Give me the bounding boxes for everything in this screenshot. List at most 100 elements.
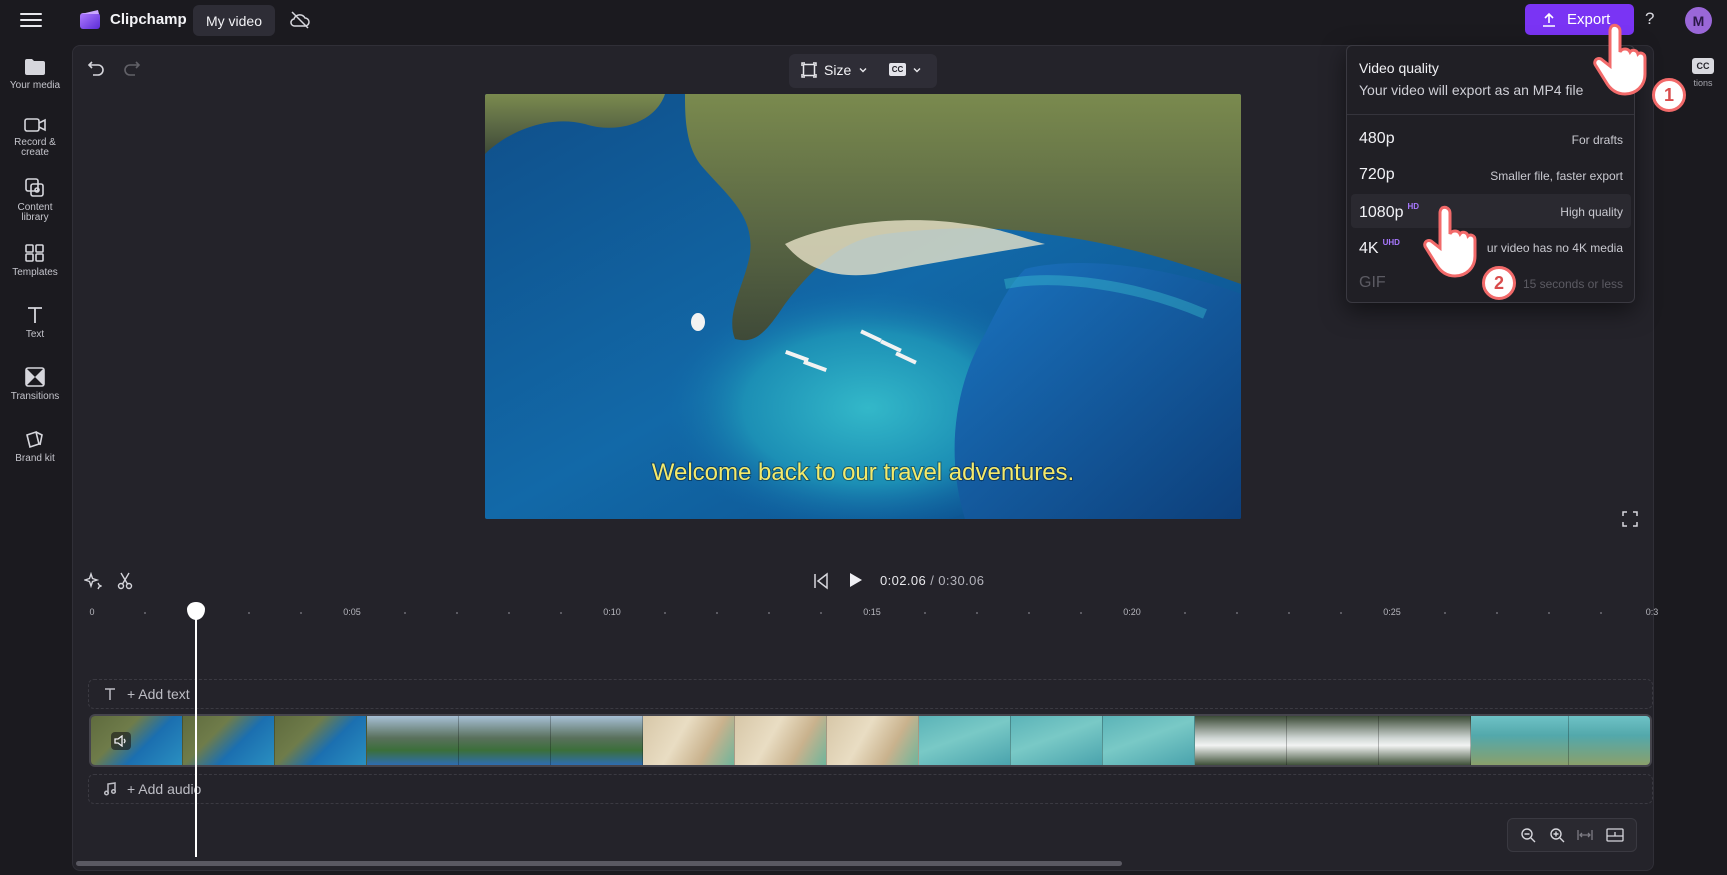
sidebar-item-text[interactable]: Text	[0, 305, 70, 340]
option-description: Smaller file, faster export	[1490, 169, 1623, 183]
split-scissors-icon[interactable]	[116, 572, 134, 590]
uhd-badge: UHD	[1382, 238, 1400, 247]
add-text-label: + Add text	[127, 686, 190, 702]
option-label: 480p	[1359, 130, 1395, 147]
preview-image: Welcome back to our travel adventures.	[485, 94, 1241, 519]
sidebar-item-content-library[interactable]: Content library	[0, 178, 70, 223]
ruler-tick-dot	[1600, 612, 1602, 614]
option-description: High quality	[1560, 205, 1623, 219]
left-sidebar: Your media Record & create Content libra…	[0, 40, 70, 875]
clip-thumbnail	[1379, 716, 1471, 765]
export-option-4k[interactable]: 4K UHD ur video has no 4K media	[1351, 230, 1631, 264]
templates-icon	[25, 244, 44, 262]
magic-sparkle-icon[interactable]	[84, 572, 102, 590]
chevron-down-icon	[913, 67, 921, 72]
ruler-tick-label: 0:10	[603, 607, 621, 617]
sidebar-item-brand-kit[interactable]: Brand kit	[0, 429, 70, 464]
skip-to-start-icon[interactable]	[812, 572, 830, 590]
cc-icon: CC	[1692, 58, 1714, 74]
camera-icon	[24, 118, 46, 132]
clip-thumbnail	[827, 716, 919, 765]
export-option-720p[interactable]: 720p Smaller file, faster export	[1351, 158, 1631, 192]
video-preview[interactable]: Welcome back to our travel adventures.	[485, 94, 1241, 519]
zoom-in-icon[interactable]	[1549, 827, 1565, 843]
undo-icon[interactable]	[86, 58, 106, 78]
avatar[interactable]: M	[1685, 7, 1712, 34]
captions-dropdown[interactable]: CC	[889, 63, 922, 76]
ruler-tick-label: 0:15	[863, 607, 881, 617]
add-text-button[interactable]: + Add text	[103, 686, 190, 702]
ruler-tick-label: 0:05	[343, 607, 361, 617]
ruler-tick-dot	[508, 612, 510, 614]
export-option-480p[interactable]: 480p For drafts	[1351, 122, 1631, 156]
option-label: GIF	[1359, 274, 1386, 291]
menu-title: Video quality	[1359, 60, 1439, 76]
timeline-view-icon[interactable]	[1606, 827, 1624, 843]
playhead[interactable]	[195, 607, 197, 857]
text-track[interactable]: + Add text	[88, 679, 1653, 709]
clip-thumbnail	[735, 716, 827, 765]
ruler-tick-dot	[300, 612, 302, 614]
option-description: ur video has no 4K media	[1486, 241, 1623, 255]
zoom-out-icon[interactable]	[1520, 827, 1536, 843]
ruler-tick-dot	[820, 612, 822, 614]
total-time: 0:30.06	[938, 573, 985, 588]
aspect-ratio-icon	[801, 62, 817, 78]
time-display: 0:02.06 / 0:30.06	[880, 573, 984, 588]
fullscreen-icon[interactable]	[1622, 511, 1638, 527]
sidebar-item-label: Content library	[17, 202, 53, 223]
size-label: Size	[824, 62, 852, 78]
sidebar-item-your-media[interactable]: Your media	[0, 58, 70, 91]
menu-icon[interactable]	[18, 10, 44, 30]
video-clip-track[interactable]	[89, 714, 1652, 767]
ruler-tick-dot	[1028, 612, 1030, 614]
sidebar-item-label: Text	[25, 329, 45, 340]
zoom-controls	[1507, 818, 1637, 852]
captions-tab-label: tions	[1693, 78, 1713, 88]
clip-thumbnail	[551, 716, 643, 765]
export-option-1080p[interactable]: 1080p HD High quality	[1351, 194, 1631, 228]
timeline-scrollbar[interactable]	[76, 861, 1122, 866]
pointing-hand-icon	[1423, 205, 1477, 278]
ruler-tick-dot	[664, 612, 666, 614]
top-bar: Clipchamp My video Export ? M	[0, 0, 1727, 40]
text-icon	[28, 307, 42, 323]
ruler-tick-dot	[716, 612, 718, 614]
ruler-tick-dot	[1444, 612, 1446, 614]
play-icon[interactable]	[846, 571, 864, 589]
sidebar-item-record-create[interactable]: Record & create	[0, 117, 70, 158]
text-icon	[105, 688, 115, 700]
project-name-tab[interactable]: My video	[193, 5, 275, 36]
menu-divider	[1347, 114, 1634, 115]
fit-timeline-icon[interactable]	[1577, 827, 1593, 843]
ruler-tick-dot	[456, 612, 458, 614]
add-audio-button[interactable]: + Add audio	[103, 781, 201, 797]
sidebar-item-transitions[interactable]: Transitions	[0, 367, 70, 402]
audio-track[interactable]: + Add audio	[88, 774, 1653, 804]
cloud-off-icon[interactable]	[289, 10, 311, 30]
speaker-icon[interactable]	[111, 732, 131, 750]
captions-panel-tab[interactable]: CC tions	[1680, 58, 1726, 88]
clip-thumbnail	[275, 716, 367, 765]
clipchamp-logo-icon	[80, 10, 100, 29]
size-dropdown[interactable]: Size	[801, 62, 868, 78]
step-badge-1: 1	[1652, 78, 1686, 112]
time-separator: /	[926, 573, 939, 588]
transitions-icon	[25, 367, 45, 387]
brand-kit-icon	[26, 430, 43, 449]
sidebar-item-templates[interactable]: Templates	[0, 243, 70, 278]
menu-subtitle: Your video will export as an MP4 file	[1359, 82, 1584, 98]
music-note-icon	[103, 782, 117, 796]
ruler-tick-dot	[768, 612, 770, 614]
redo-icon[interactable]	[122, 58, 142, 78]
ruler-tick-dot	[1080, 612, 1082, 614]
library-icon	[25, 178, 44, 197]
ruler-tick-dot	[1496, 612, 1498, 614]
current-time: 0:02.06	[880, 573, 927, 588]
ruler-tick-label: 0	[89, 607, 95, 617]
timeline-ruler[interactable]: 0 0:05 0:10 0:15 0:20 0:25 0:3	[89, 600, 1658, 620]
ruler-tick-label: 0:25	[1383, 607, 1401, 617]
folder-icon	[25, 59, 45, 75]
step-badge-2: 2	[1482, 266, 1516, 300]
ruler-tick-dot	[976, 612, 978, 614]
